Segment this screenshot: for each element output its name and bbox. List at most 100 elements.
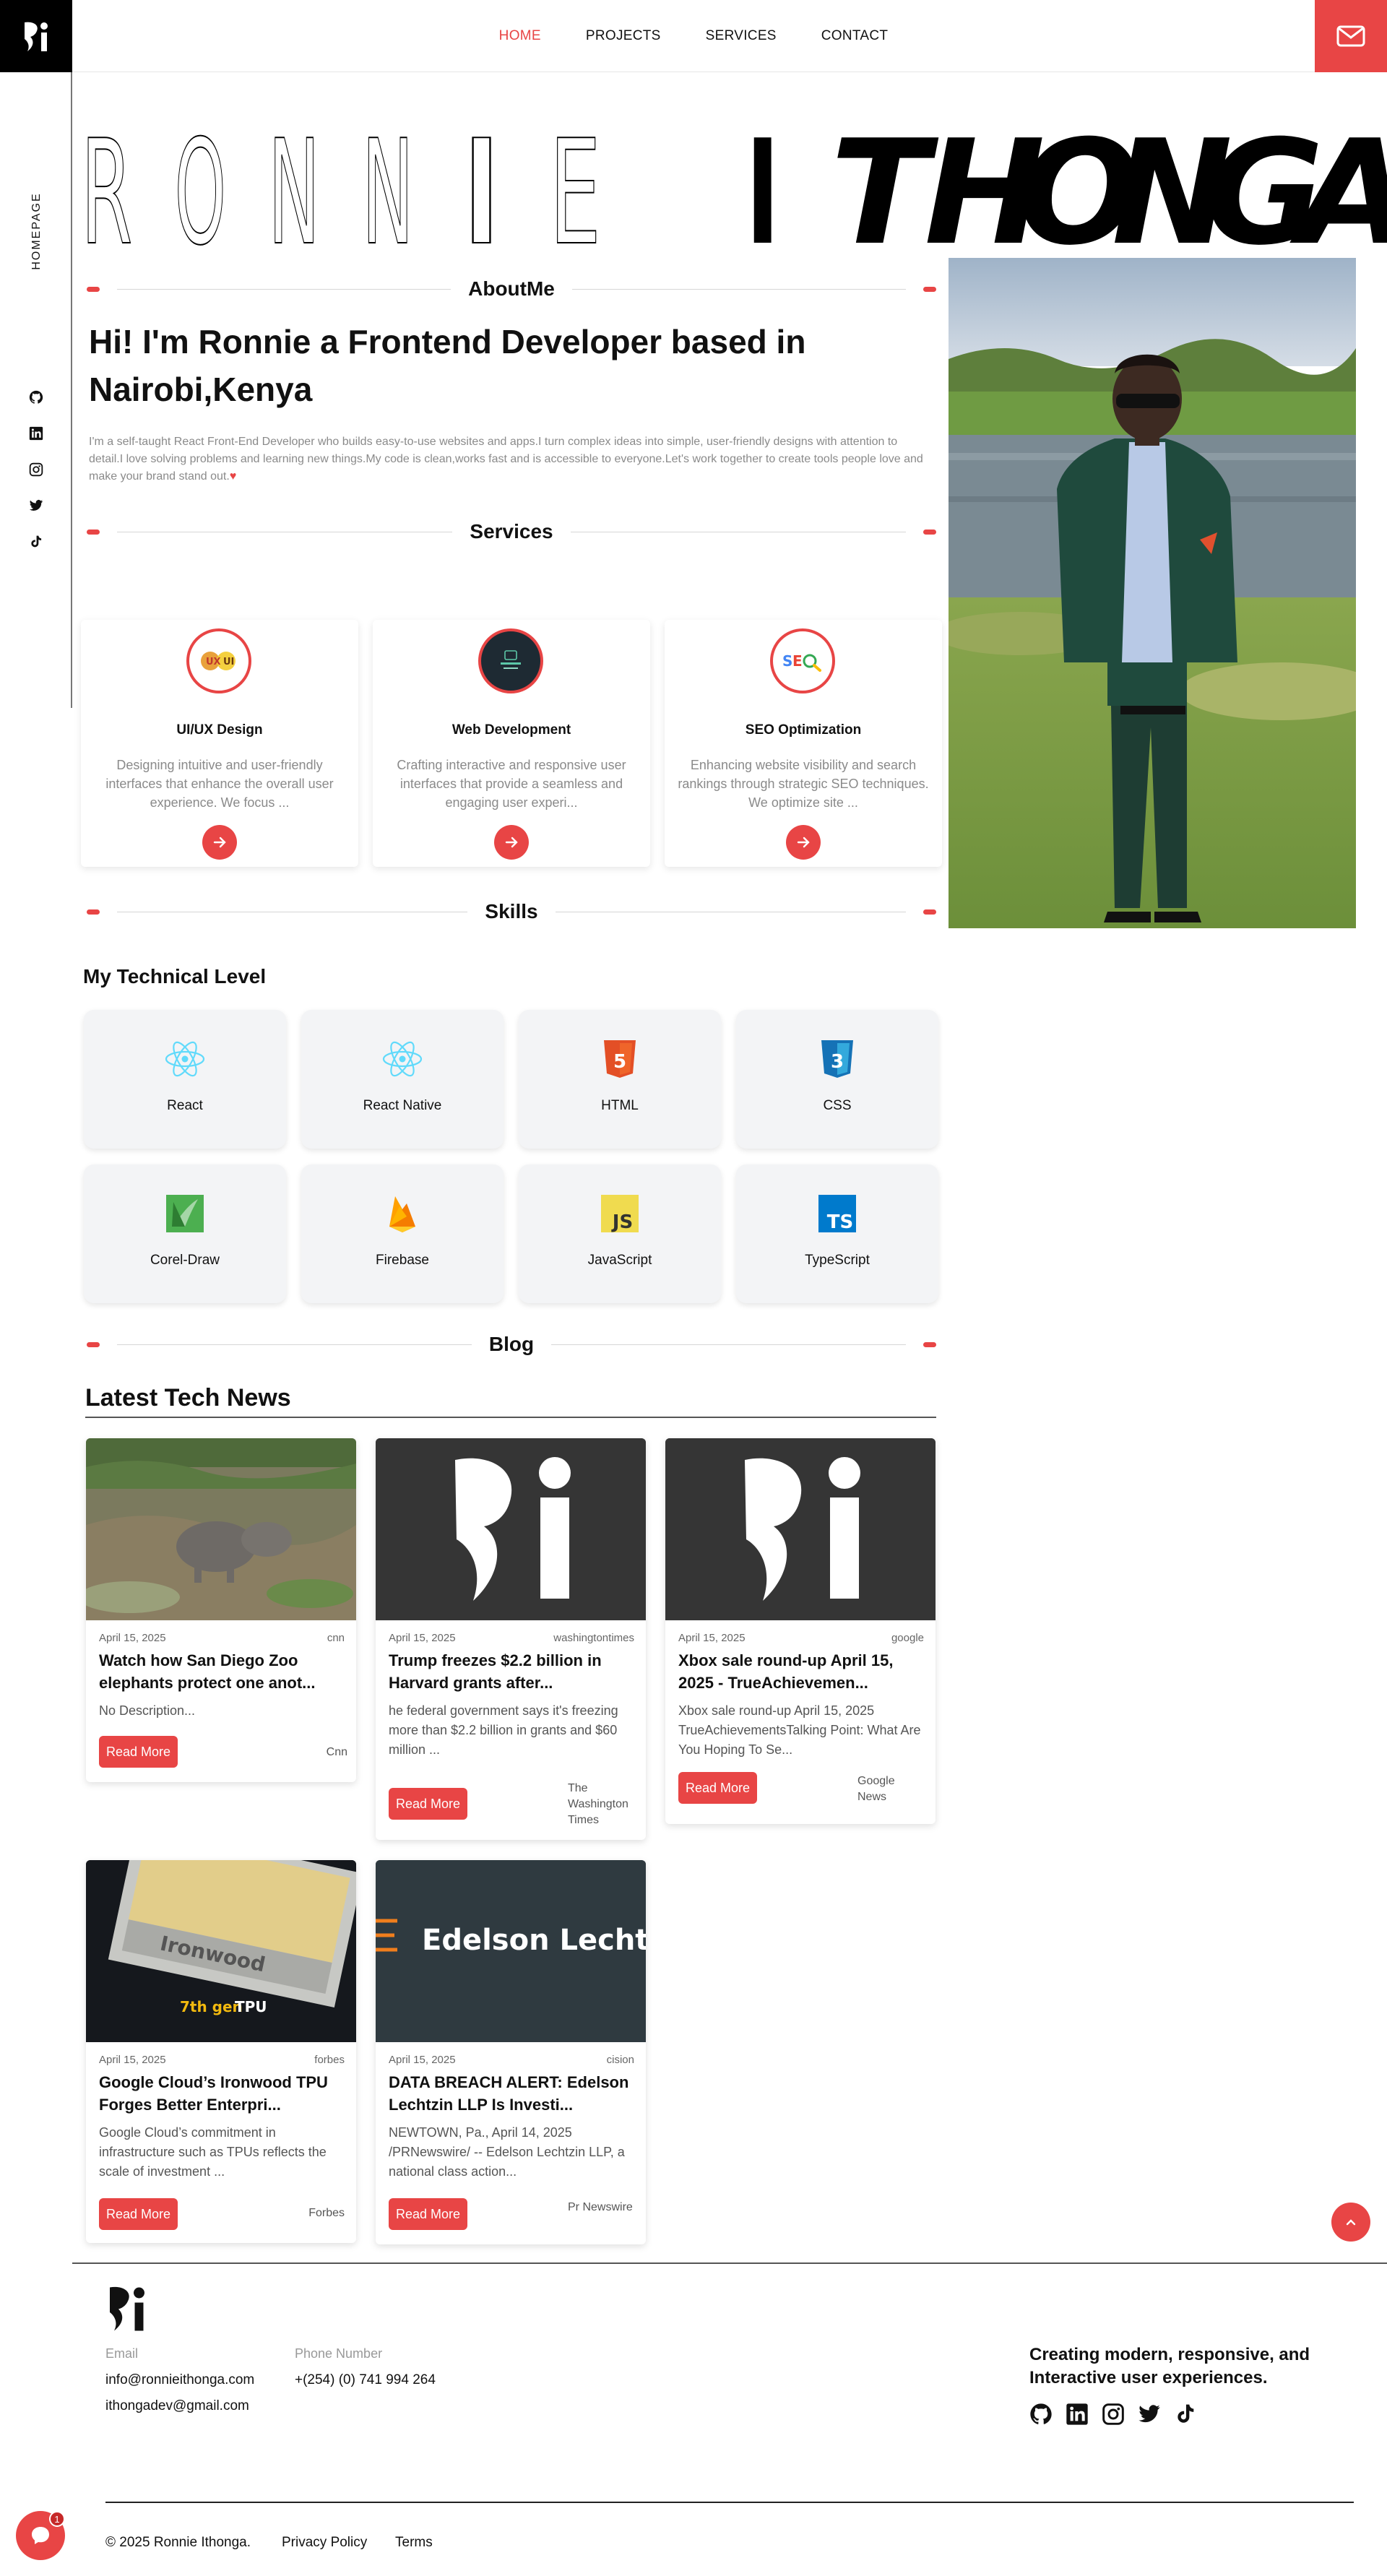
seo-icon: SE (770, 628, 835, 693)
tiktok-icon[interactable] (1174, 2403, 1197, 2426)
github-icon[interactable] (29, 390, 43, 405)
news-source: cnn (327, 1632, 345, 1644)
email-link[interactable]: info@ronnieithonga.com (105, 2372, 254, 2388)
news-title[interactable]: Watch how San Diego Zoo elephants protec… (99, 1649, 345, 1694)
skill-label: HTML (601, 1098, 639, 1113)
news-image (86, 1438, 356, 1620)
services-section-header: Services (87, 517, 936, 546)
skill-card-react-native: React Native (301, 1010, 504, 1149)
hero-text: I'm a self-taught React Front-End Develo… (89, 433, 927, 485)
banner-name-text: RONNIE ITHONGA (81, 109, 1387, 250)
footer-bottom-rule (105, 2502, 1354, 2503)
news-title[interactable]: Xbox sale round-up April 15, 2025 - True… (678, 1649, 924, 1694)
mail-icon (1336, 25, 1365, 47)
svg-text:UI: UI (223, 657, 234, 667)
read-more-button[interactable]: Read More (99, 2198, 178, 2230)
service-desc: Enhancing website visibility and search … (678, 758, 929, 810)
about-text: I'm a self-taught React Front-End Develo… (89, 436, 923, 483)
typescript-glyph: TS (827, 1211, 853, 1232)
blog-heading: Blog (488, 1333, 535, 1355)
uiux-icon: UX UI (186, 628, 251, 693)
html5-glyph: 5 (613, 1051, 626, 1073)
news-title[interactable]: Google Cloud’s Ironwood TPU Forges Bette… (99, 2071, 345, 2116)
news-body: No Description... (99, 1703, 196, 1718)
banner-letter: R (81, 109, 132, 250)
react-icon (165, 1039, 205, 1079)
footer-social-links (1029, 2403, 1197, 2426)
news-source: forbes (314, 2054, 345, 2066)
service-arrow-button[interactable] (494, 825, 529, 860)
privacy-policy-link[interactable]: Privacy Policy (282, 2535, 367, 2551)
skill-label: JavaScript (587, 1253, 652, 1268)
service-arrow-button[interactable] (786, 825, 821, 860)
left-rail: HOMEPAGE (0, 72, 72, 708)
twitter-icon[interactable] (1138, 2403, 1161, 2426)
nav-home[interactable]: HOME (499, 28, 541, 44)
skill-label: Firebase (376, 1253, 429, 1268)
skill-card-javascript: JS JavaScript (519, 1164, 721, 1303)
skills-subtitle: My Technical Level (83, 965, 267, 987)
service-arrow-button[interactable] (202, 825, 237, 860)
news-card: April 15, 2025 washingtontimes Trump fre… (376, 1438, 646, 1840)
read-more-button[interactable]: Read More (389, 1788, 468, 1820)
heart-icon: ♥ (229, 470, 237, 483)
chat-widget-button[interactable]: 1 (16, 2511, 65, 2560)
webdev-icon (478, 628, 543, 693)
read-more-button[interactable]: Read More (389, 2198, 468, 2230)
footer-logo[interactable] (105, 2283, 149, 2337)
twitter-icon[interactable] (29, 498, 43, 513)
skill-label: React Native (363, 1098, 442, 1113)
svg-text:E: E (792, 652, 803, 670)
service-title: SEO Optimization (745, 722, 862, 738)
skill-card-html: 5 HTML (519, 1010, 721, 1149)
skills-heading: Skills (485, 900, 538, 922)
tiktok-icon[interactable] (29, 535, 43, 549)
edelson-image-text: Edelson Lechtz (422, 1924, 646, 1957)
service-desc: Crafting interactive and responsive user… (397, 758, 626, 810)
email-link[interactable]: ithongadev@gmail.com (105, 2398, 249, 2414)
nav-services[interactable]: SERVICES (706, 28, 777, 44)
skill-label: Corel-Draw (150, 1253, 220, 1268)
news-title[interactable]: Trump freezes $2.2 billion in Harvard gr… (389, 1649, 634, 1694)
main-nav: HOME PROJECTS SERVICES CONTACT (0, 0, 1387, 72)
javascript-icon: JS (600, 1193, 640, 1234)
banner-letter: N (362, 109, 413, 250)
instagram-icon[interactable] (1102, 2403, 1125, 2426)
read-more-button[interactable]: Read More (99, 1736, 178, 1768)
news-publisher: Google News (857, 1775, 895, 1803)
banner-letter: N (268, 109, 319, 250)
github-icon[interactable] (1029, 2403, 1053, 2426)
instagram-icon[interactable] (29, 462, 43, 477)
news-source: cision (606, 2054, 634, 2066)
skill-label: CSS (823, 1098, 852, 1113)
terms-link[interactable]: Terms (395, 2535, 433, 2551)
about-heading: AboutMe (468, 277, 555, 300)
banner-letter: T (831, 109, 939, 250)
phone-number[interactable]: +(254) (0) 741 994 264 (295, 2372, 436, 2388)
coreldraw-icon (165, 1193, 205, 1234)
hero-title: Hi! I'm Ronnie a Frontend Developer base… (89, 323, 806, 408)
news-card: Ironwood 7th gen TPU April 15, 2025 forb… (86, 1860, 356, 2243)
blog-title-rule (85, 1417, 936, 1418)
nav-contact[interactable]: CONTACT (821, 28, 889, 44)
service-title: UI/UX Design (176, 722, 263, 738)
skill-label: TypeScript (805, 1253, 870, 1268)
read-more-button[interactable]: Read More (678, 1772, 758, 1804)
footer-tagline: Creating modern, responsive, and Interac… (1029, 2345, 1310, 2387)
svg-text:UX: UX (206, 657, 221, 667)
news-card: Edelson Lechtz April 15, 2025 cision DAT… (376, 1860, 646, 2244)
react-icon (382, 1039, 423, 1079)
chat-unread-badge: 1 (49, 2511, 65, 2527)
news-card: April 15, 2025 google Xbox sale round-up… (665, 1438, 936, 1824)
linkedin-icon[interactable] (1066, 2403, 1089, 2426)
rail-label: HOMEPAGE (30, 192, 43, 270)
news-title[interactable]: DATA BREACH ALERT: Edelson Lechtzin LLP … (389, 2071, 634, 2116)
mail-button[interactable] (1315, 0, 1387, 72)
nav-projects[interactable]: PROJECTS (586, 28, 661, 44)
ironwood-image-subtext: 7th gen (180, 1998, 243, 2015)
scroll-to-top-button[interactable] (1331, 2203, 1370, 2242)
linkedin-icon[interactable] (29, 426, 43, 441)
css3-icon: 3 (817, 1039, 857, 1079)
banner-letter: I (456, 109, 507, 250)
news-date: April 15, 2025 (389, 2054, 456, 2066)
